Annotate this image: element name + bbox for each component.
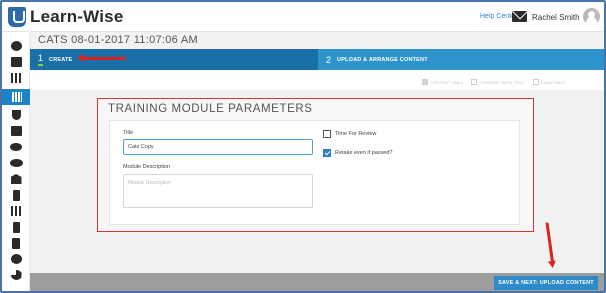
page-header: CATS 08-01-2017 11:07:06 AM (30, 32, 604, 49)
sidebar-item-tablet[interactable] (2, 235, 30, 251)
mail-icon[interactable] (512, 11, 527, 22)
sidebar-item-document[interactable] (2, 219, 30, 235)
step-label: UPLOAD & ARRANGE CONTENT (337, 56, 428, 63)
filter-checkbox[interactable] (532, 79, 539, 85)
filter-label: EXAM ONLY (540, 79, 566, 85)
title-input[interactable] (123, 139, 313, 155)
certificate-icon (12, 189, 20, 201)
filter-checkbox[interactable] (471, 79, 478, 85)
time-for-review-option[interactable]: Time For Review (323, 130, 376, 138)
module-description-label: Module Description (123, 164, 171, 170)
library-icon (10, 73, 22, 83)
document-icon (12, 221, 20, 233)
panel-heading: TRAINING MODULE PARAMETERS (108, 103, 313, 115)
title-label: Title (123, 130, 134, 136)
avatar[interactable] (583, 8, 600, 25)
filter-content-only[interactable]: CONTENT ONLY (422, 79, 463, 85)
sidebar-item-library[interactable] (2, 70, 30, 86)
logo-icon (8, 7, 26, 27)
parameters-form: Title Module Description Time For Review… (109, 120, 520, 225)
sidebar-item-modules[interactable] (2, 89, 30, 105)
settings-icon (10, 254, 22, 264)
inbox-icon (10, 57, 22, 67)
step-label: CREATE (49, 56, 73, 63)
sidebar-item-trophy[interactable] (2, 107, 30, 123)
annotation-arrow-left (77, 54, 126, 62)
analytics-icon (10, 270, 22, 280)
filter-label: CONTENT ONLY (430, 79, 464, 85)
top-bar: Learn-Wise Help Center Rachel Smith (2, 2, 604, 32)
time-for-review-checkbox[interactable] (323, 130, 331, 138)
retake-checkbox[interactable] (323, 149, 331, 157)
filter-content-with-test[interactable]: CONTENT WITH TEST (471, 79, 524, 85)
filter-exam-only[interactable]: EXAM ONLY (532, 79, 566, 85)
page-title: CATS 08-01-2017 11:07:06 AM (38, 34, 198, 46)
sidebar-item-mail[interactable] (2, 171, 30, 187)
sidebar-item-settings[interactable] (2, 251, 30, 267)
sidebar-item-dashboard[interactable] (2, 38, 30, 54)
mail-icon (10, 174, 22, 184)
users-icon (10, 143, 22, 151)
module-description-input[interactable] (123, 174, 313, 208)
time-for-review-label: Time For Review (335, 131, 377, 137)
report-icon (10, 206, 22, 216)
sidebar-item-groups[interactable] (2, 155, 30, 171)
training-module-parameters-panel: TRAINING MODULE PARAMETERS Title Module … (97, 98, 534, 232)
step-upload-arrange[interactable]: 2 UPLOAD & ARRANGE CONTENT (318, 49, 604, 70)
save-and-next-button[interactable]: SAVE & NEXT: UPLOAD CONTENT (494, 276, 598, 290)
sidebar-item-certificate[interactable] (2, 187, 30, 203)
filter-label: CONTENT WITH TEST (479, 79, 525, 85)
step-number: 1 (38, 53, 44, 66)
app-logo[interactable]: Learn-Wise (30, 7, 123, 27)
trophy-icon (11, 110, 21, 120)
app-window: Learn-Wise Help Center Rachel Smith CATS… (0, 0, 606, 293)
groups-icon (9, 159, 23, 167)
retake-option[interactable]: Retake even if passed? (323, 149, 392, 157)
step-create[interactable]: 1 CREATE (30, 49, 318, 70)
filter-checkbox[interactable] (422, 79, 428, 85)
presentation-icon (10, 126, 22, 136)
sidebar-item-analytics[interactable] (2, 267, 30, 283)
sidebar-item-presentation[interactable] (2, 123, 30, 139)
retake-label: Retake even if passed? (335, 150, 393, 156)
tablet-icon (12, 237, 20, 249)
sidebar (2, 33, 30, 291)
content-type-filters: CONTENT ONLY CONTENT WITH TEST EXAM ONLY (422, 77, 565, 87)
step-number: 2 (326, 54, 332, 65)
modules-grid-icon (10, 92, 22, 102)
user-name[interactable]: Rachel Smith (532, 13, 580, 22)
sidebar-item-inbox[interactable] (2, 54, 30, 70)
sidebar-item-users[interactable] (2, 139, 30, 155)
sidebar-item-report[interactable] (2, 203, 30, 219)
dashboard-icon (10, 41, 22, 51)
